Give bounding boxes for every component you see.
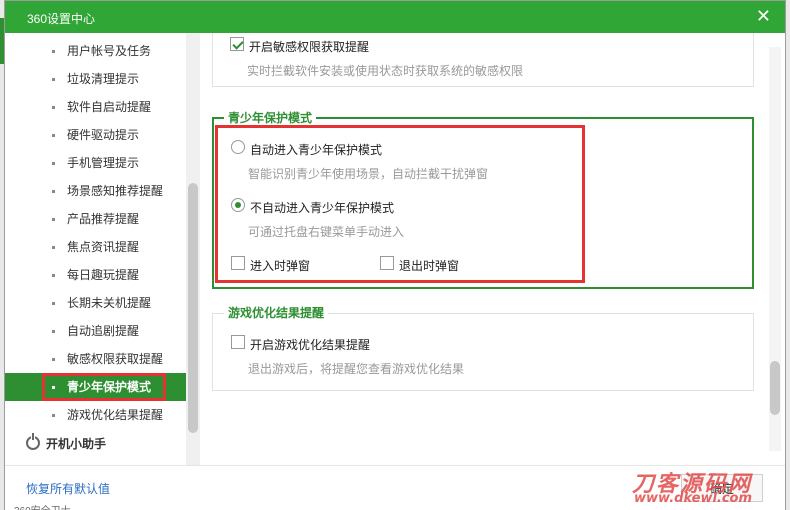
sidebar-item-long-uptime[interactable]: 长期未关机提醒 bbox=[5, 289, 186, 317]
background-window-edge bbox=[0, 18, 4, 64]
bullet-icon bbox=[52, 106, 55, 109]
sidebar-item-product[interactable]: 产品推荐提醒 bbox=[5, 205, 186, 233]
settings-window: 360设置中心 ✕ 用户帐号及任务 垃圾清理提示 软件自启动提醒 硬件驱动提示 … bbox=[4, 0, 786, 510]
bullet-icon bbox=[52, 302, 55, 305]
game-desc: 退出游戏后，将提醒您查看游戏优化结果 bbox=[248, 362, 465, 376]
bullet-icon bbox=[52, 134, 55, 137]
game-option-label: 开启游戏优化结果提醒 bbox=[250, 338, 371, 352]
sensitive-checkbox[interactable] bbox=[230, 37, 244, 51]
content-scrollbar[interactable] bbox=[769, 47, 781, 451]
bullet-icon bbox=[52, 218, 55, 221]
bullet-icon bbox=[52, 414, 55, 417]
enter-popup-checkbox[interactable] bbox=[231, 256, 245, 270]
sidebar-scroll-thumb[interactable] bbox=[188, 183, 198, 433]
game-section-title: 游戏优化结果提醒 bbox=[224, 304, 329, 321]
sidebar-item-junk-cleanup[interactable]: 垃圾清理提示 bbox=[5, 65, 186, 93]
auto-youth-desc: 智能识别青少年使用场景，自动拦截干扰弹窗 bbox=[248, 167, 489, 181]
manual-youth-label: 不自动进入青少年保护模式 bbox=[250, 201, 395, 215]
sidebar-item-drama[interactable]: 自动追剧提醒 bbox=[5, 317, 186, 345]
enter-popup-label: 进入时弹窗 bbox=[250, 259, 311, 273]
auto-youth-label: 自动进入青少年保护模式 bbox=[250, 143, 383, 157]
sensitive-option-label: 开启敏感权限获取提醒 bbox=[249, 40, 370, 54]
exit-popup-checkbox[interactable] bbox=[380, 256, 394, 270]
close-icon[interactable]: ✕ bbox=[756, 6, 771, 26]
bullet-icon bbox=[52, 246, 55, 249]
restore-defaults-link[interactable]: 恢复所有默认值 bbox=[26, 480, 110, 497]
sidebar-item-game[interactable]: 游戏优化结果提醒 bbox=[5, 401, 186, 429]
sidebar-item-driver[interactable]: 硬件驱动提示 bbox=[5, 121, 186, 149]
sidebar-item-user-account[interactable]: 用户帐号及任务 bbox=[5, 37, 186, 65]
youth-section-title: 青少年保护模式 bbox=[224, 109, 317, 126]
sidebar-group-startup-assistant[interactable]: 开机小助手 bbox=[5, 429, 186, 459]
bullet-icon bbox=[52, 78, 55, 81]
sidebar-item-sensitive[interactable]: 敏感权限获取提醒 bbox=[5, 345, 186, 373]
highlight-box bbox=[42, 373, 166, 401]
sensitive-desc: 实时拦截软件安装或使用状态时获取系统的敏感权限 bbox=[247, 64, 524, 78]
bullet-icon bbox=[52, 50, 55, 53]
content-scroll-thumb[interactable] bbox=[770, 361, 780, 415]
sidebar-item-news[interactable]: 焦点资讯提醒 bbox=[5, 233, 186, 261]
power-icon bbox=[26, 433, 40, 450]
sidebar-item-scene[interactable]: 场景感知推荐提醒 bbox=[5, 177, 186, 205]
auto-youth-radio[interactable] bbox=[231, 140, 245, 154]
sidebar: 用户帐号及任务 垃圾清理提示 软件自启动提醒 硬件驱动提示 手机管理提示 场景感… bbox=[5, 33, 186, 465]
title-bar: 360设置中心 ✕ bbox=[5, 1, 785, 33]
manual-youth-desc: 可通过托盘右键菜单手动进入 bbox=[248, 225, 405, 239]
sidebar-item-autostart[interactable]: 软件自启动提醒 bbox=[5, 93, 186, 121]
exit-popup-label: 退出时弹窗 bbox=[399, 259, 460, 273]
bullet-icon bbox=[52, 358, 55, 361]
sidebar-item-daily-fun[interactable]: 每日趣玩提醒 bbox=[5, 261, 186, 289]
bullet-icon bbox=[52, 190, 55, 193]
sidebar-item-phone[interactable]: 手机管理提示 bbox=[5, 149, 186, 177]
sidebar-item-youth-mode[interactable]: 青少年保护模式 bbox=[5, 373, 186, 401]
settings-content: 开启敏感权限获取提醒 实时拦截软件安装或使用状态时获取系统的敏感权限 青少年保护… bbox=[200, 33, 785, 463]
bullet-icon bbox=[52, 330, 55, 333]
bullet-icon bbox=[52, 274, 55, 277]
manual-youth-radio[interactable] bbox=[231, 198, 245, 212]
background-app-text: 360安全卫士 bbox=[14, 502, 71, 510]
bullet-icon bbox=[52, 162, 55, 165]
game-checkbox[interactable] bbox=[231, 335, 245, 349]
sidebar-scrollbar[interactable] bbox=[186, 33, 200, 465]
window-title: 360设置中心 bbox=[27, 12, 96, 26]
